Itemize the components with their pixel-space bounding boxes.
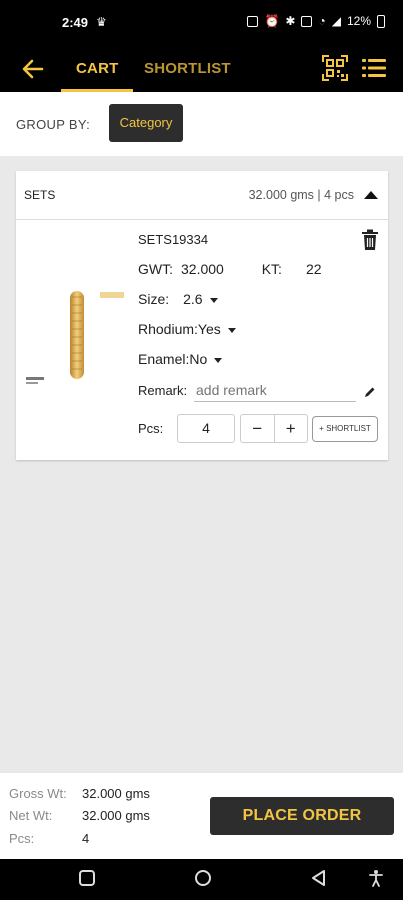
status-bar: 2:49 ♛ ⏰ ✱ ◔ ◢ 12% <box>0 0 403 46</box>
chevron-down-icon <box>227 327 236 333</box>
back-arrow-icon[interactable] <box>20 56 46 82</box>
back-nav-icon[interactable] <box>310 869 328 887</box>
product-image[interactable] <box>24 231 124 411</box>
system-nav-bar <box>0 859 403 900</box>
card-header[interactable]: SETS 32.000 gms | 4 pcs <box>16 171 388 220</box>
gwt-value: 32.000 <box>181 261 224 277</box>
battery-text: 12% <box>346 14 371 28</box>
alarm-icon: ⏰ <box>264 14 280 28</box>
decrement-button[interactable]: − <box>241 415 275 442</box>
nfc-icon <box>247 15 259 27</box>
pcs-total-label: Pcs: <box>9 831 35 846</box>
group-summary: 32.000 gms | 4 pcs <box>248 188 354 202</box>
remark-label: Remark: <box>138 383 188 398</box>
order-summary-footer: Gross Wt: 32.000 gms Net Wt: 32.000 gms … <box>0 773 403 859</box>
size-select[interactable]: Size: 2.6 <box>138 291 218 307</box>
delete-icon[interactable] <box>361 229 379 251</box>
quantity-field[interactable]: 4 <box>177 414 235 443</box>
rhodium-label: Rhodium: <box>138 321 198 337</box>
kt-label: KT: <box>261 261 282 277</box>
list-menu-icon[interactable] <box>362 57 386 79</box>
add-to-shortlist-button[interactable]: + SHORTLIST <box>312 416 378 442</box>
remark-input[interactable] <box>194 378 356 402</box>
place-order-button[interactable]: PLACE ORDER <box>210 797 394 835</box>
item-sku: SETS19334 <box>138 232 209 247</box>
group-by-label: GROUP BY: <box>16 117 90 132</box>
tab-cart[interactable]: CART <box>76 60 118 77</box>
gross-wt-label: Gross Wt: <box>9 786 67 801</box>
app-bar: CART SHORTLIST <box>0 46 403 92</box>
tab-shortlist[interactable]: SHORTLIST <box>144 60 231 77</box>
signal-icon: ◢ <box>331 14 341 28</box>
enamel-value: No <box>189 351 208 367</box>
recents-icon[interactable] <box>78 869 96 887</box>
chevron-down-icon <box>209 297 218 303</box>
rhodium-select[interactable]: Rhodium:Yes <box>138 321 236 337</box>
enamel-label: Enamel: <box>138 351 190 367</box>
accessibility-icon[interactable] <box>367 869 385 887</box>
chevron-down-icon <box>214 357 223 363</box>
size-label: Size: <box>138 291 170 307</box>
status-time: 2:49 <box>62 15 89 30</box>
category-button[interactable]: Category <box>109 104 183 142</box>
net-wt-label: Net Wt: <box>9 808 53 823</box>
group-by-bar: GROUP BY: Category <box>0 92 403 156</box>
increment-button[interactable]: + <box>275 415 308 442</box>
collapse-caret-icon[interactable] <box>364 191 378 199</box>
crown-icon: ♛ <box>96 15 107 29</box>
battery-icon <box>377 14 385 28</box>
kt-value: 22 <box>305 261 322 277</box>
size-value: 2.6 <box>183 291 203 307</box>
enamel-select[interactable]: Enamel:No <box>138 351 223 367</box>
volte-icon <box>301 15 313 27</box>
gwt-label: GWT: <box>138 261 173 277</box>
wifi-icon: ◔ <box>318 14 326 28</box>
cart-group-card: SETS 32.000 gms | 4 pcs SETS19334 GWT: 3… <box>16 171 388 460</box>
bluetooth-icon: ✱ <box>285 14 296 28</box>
pcs-total-value: 4 <box>82 831 90 846</box>
gross-wt-value: 32.000 gms <box>82 786 150 801</box>
group-name: SETS <box>24 188 56 202</box>
qr-scanner-icon[interactable] <box>322 55 348 81</box>
system-icons: ⏰ ✱ ◔ ◢ 12% <box>247 14 385 28</box>
home-icon[interactable] <box>194 869 212 887</box>
rhodium-value: Yes <box>197 321 221 337</box>
edit-pencil-icon[interactable] <box>364 386 376 398</box>
net-wt-value: 32.000 gms <box>82 808 150 823</box>
gwt-row: GWT: 32.000 KT: 22 <box>138 261 322 277</box>
pcs-label: Pcs: <box>138 421 164 436</box>
quantity-stepper: − + <box>240 414 308 443</box>
